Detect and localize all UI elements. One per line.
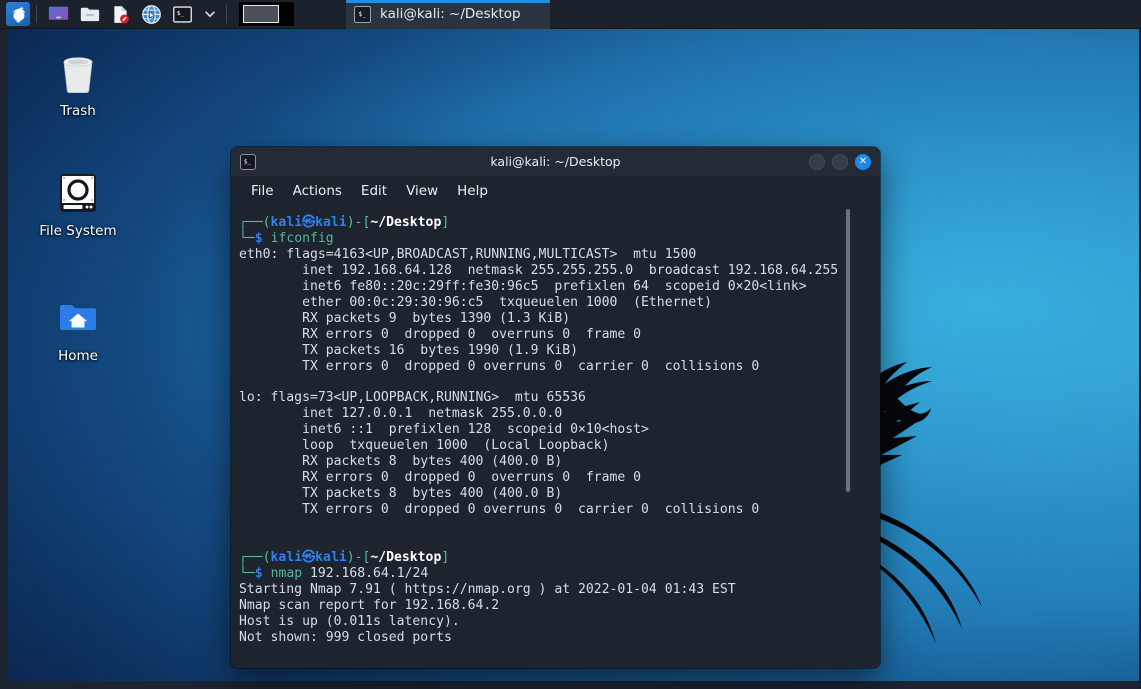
shell-prompt-line: ┌──(kali㉿kali)-[~/Desktop] (239, 215, 450, 230)
svg-text:$_: $_ (177, 9, 185, 16)
ifconfig-output-line (239, 518, 880, 534)
terminal-titlebar[interactable]: $_ kali@kali: ~/Desktop ✕ (231, 147, 880, 176)
shell-command-line: └─$ ifconfig (239, 230, 334, 246)
top-panel: $_ $_ kali@kali: ~/Desktop (0, 0, 1141, 29)
taskbar-window-label: kali@kali: ~/Desktop (380, 6, 521, 22)
nmap-output-line: Nmap scan report for 192.168.64.2 (239, 597, 500, 613)
globe-icon (142, 4, 161, 24)
window-task-list: $_ kali@kali: ~/Desktop (346, 0, 550, 29)
nmap-output-line: Starting Nmap 7.91 ( https://nmap.org ) … (239, 581, 736, 597)
launcher-terminal[interactable]: $_ (171, 3, 194, 26)
menu-actions[interactable]: Actions (285, 180, 350, 202)
launcher-chevron-down-icon[interactable] (200, 3, 220, 26)
document-blocked-icon (114, 5, 129, 23)
ifconfig-output-line: RX errors 0 dropped 0 overruns 0 frame 0 (239, 470, 642, 486)
terminal-icon: $_ (354, 5, 371, 23)
trash-icon (23, 45, 133, 97)
terminal-icon: $_ (240, 153, 256, 170)
folder-icon (80, 7, 99, 22)
monitor-icon (48, 6, 69, 20)
terminal-icon: $_ (173, 5, 192, 23)
nmap-output-line: Not shown: 999 closed ports (239, 629, 452, 645)
ifconfig-output-line (239, 375, 880, 391)
workspace-switcher[interactable] (239, 2, 294, 26)
terminal-scrollbar[interactable] (846, 209, 850, 492)
launcher-kali-docs[interactable] (109, 3, 132, 26)
ifconfig-output-line: TX errors 0 dropped 0 overruns 0 carrier… (239, 358, 760, 374)
applications-menu-button[interactable] (6, 2, 30, 26)
ifconfig-output-line: inet6 ::1 prefixlen 128 scopeid 0×10<hos… (239, 422, 649, 438)
ifconfig-output-line: loop txqueuelen 1000 (Local Loopback) (239, 438, 610, 454)
chevron-down-icon (205, 11, 215, 18)
menu-help[interactable]: Help (449, 180, 496, 202)
desktop-icon-trash[interactable]: Trash (23, 45, 133, 119)
ifconfig-output-line: TX errors 0 dropped 0 overruns 0 carrier… (239, 502, 760, 518)
terminal-text: ┌──(kali㉿kali)-[~/Desktop] └─$ ifconfig et… (239, 215, 880, 646)
terminal-menubar: File Actions Edit View Help (231, 176, 880, 205)
terminal-output-area[interactable]: ┌──(kali㉿kali)-[~/Desktop] └─$ ifconfig et… (231, 205, 880, 668)
maximize-button[interactable] (832, 153, 848, 170)
nmap-output-line: Host is up (0.011s latency). (239, 613, 460, 629)
desktop-icon-home[interactable]: Home (23, 290, 133, 364)
taskbar-window-button-terminal[interactable]: $_ kali@kali: ~/Desktop (346, 0, 550, 29)
menu-view[interactable]: View (398, 180, 446, 202)
screen-edge-bottom (0, 681, 1141, 689)
close-button[interactable]: ✕ (855, 153, 871, 170)
kali-dragon-icon (12, 5, 25, 23)
ifconfig-output-line: TX packets 16 bytes 1990 (1.9 KiB) (239, 342, 578, 358)
desktop-icon-label: Home (58, 348, 98, 364)
home-folder-icon (23, 290, 133, 342)
desktop-icon-label: Trash (60, 103, 96, 119)
ifconfig-output-line: RX packets 8 bytes 400 (400.0 B) (239, 454, 563, 470)
launcher-file-manager[interactable] (78, 3, 101, 26)
ifconfig-output-line: lo: flags=73<UP,LOOPBACK,RUNNING> mtu 65… (239, 390, 586, 406)
harddisk-icon (23, 165, 133, 217)
shell-command-line: └─$ nmap 192.168.64.1/24 (239, 565, 429, 581)
ifconfig-output-line: ether 00:0c:29:30:96:c5 txqueuelen 1000 … (239, 294, 712, 310)
svg-text:$_: $_ (358, 11, 366, 18)
terminal-title: kali@kali: ~/Desktop (490, 154, 621, 169)
panel-separator-1 (36, 5, 37, 23)
menu-file[interactable]: File (243, 180, 282, 202)
ifconfig-output-line: inet 192.168.64.128 netmask 255.255.255.… (239, 262, 839, 278)
desktop-icon-label: File System (39, 223, 117, 239)
svg-text:$_: $_ (243, 158, 251, 165)
shell-prompt-line: ┌──(kali㉿kali)-[~/Desktop] (239, 550, 450, 566)
ifconfig-output-line: RX errors 0 dropped 0 overruns 0 frame 0 (239, 326, 642, 342)
workspace-1[interactable] (243, 5, 279, 23)
ifconfig-output-line: RX packets 9 bytes 1390 (1.3 KiB) (239, 310, 571, 326)
panel-separator-2 (226, 5, 227, 23)
launcher-show-desktop[interactable] (47, 3, 70, 26)
screen-edge-left (0, 29, 8, 689)
launcher-web-browser[interactable] (140, 3, 163, 26)
desktop-icon-file-system[interactable]: File System (23, 165, 133, 239)
terminal-window[interactable]: $_ kali@kali: ~/Desktop ✕ File Actions E… (231, 147, 880, 668)
minimize-button[interactable] (809, 153, 825, 170)
ifconfig-output-line (239, 534, 880, 550)
menu-edit[interactable]: Edit (353, 180, 395, 202)
ifconfig-output-line: inet 127.0.0.1 netmask 255.0.0.0 (239, 406, 563, 422)
ifconfig-output-line: inet6 fe80::20c:29ff:fe30:96c5 prefixlen… (239, 278, 807, 294)
ifconfig-output-line: TX packets 8 bytes 400 (400.0 B) (239, 486, 563, 502)
ifconfig-output-line: eth0: flags=4163<UP,BROADCAST,RUNNING,MU… (239, 246, 697, 262)
terminal-scroll-track[interactable] (846, 205, 866, 668)
window-controls: ✕ (809, 153, 871, 170)
